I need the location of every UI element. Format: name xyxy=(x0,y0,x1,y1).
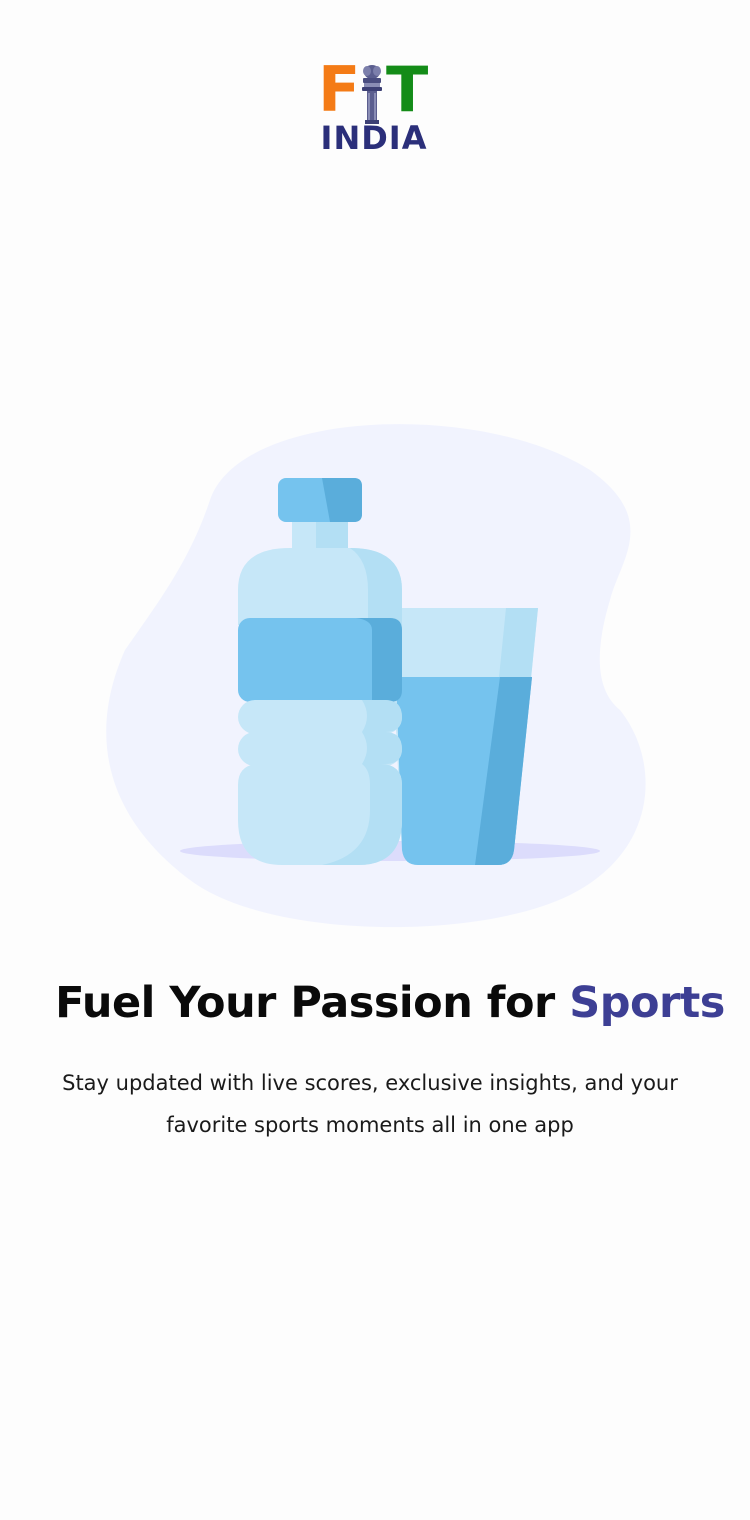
fit-india-logo: F T INDIA xyxy=(318,53,430,157)
headline-accent-text: Sports xyxy=(569,978,725,1028)
onboarding-headline: Fuel Your Passion for Sports xyxy=(0,972,750,1034)
logo-india-text: INDIA xyxy=(320,119,428,157)
logo-letter-f: F xyxy=(318,53,361,126)
headline-main-text: Fuel Your Passion for xyxy=(55,978,570,1028)
onboarding-subtitle: Stay updated with live scores, exclusive… xyxy=(62,1071,678,1137)
water-bottle-and-glass-illustration xyxy=(106,424,646,928)
glass xyxy=(390,608,538,865)
logo-letter-t: T xyxy=(386,53,429,126)
national-emblem-icon xyxy=(362,65,382,124)
logo-fit-wordmark: F T xyxy=(318,53,430,126)
